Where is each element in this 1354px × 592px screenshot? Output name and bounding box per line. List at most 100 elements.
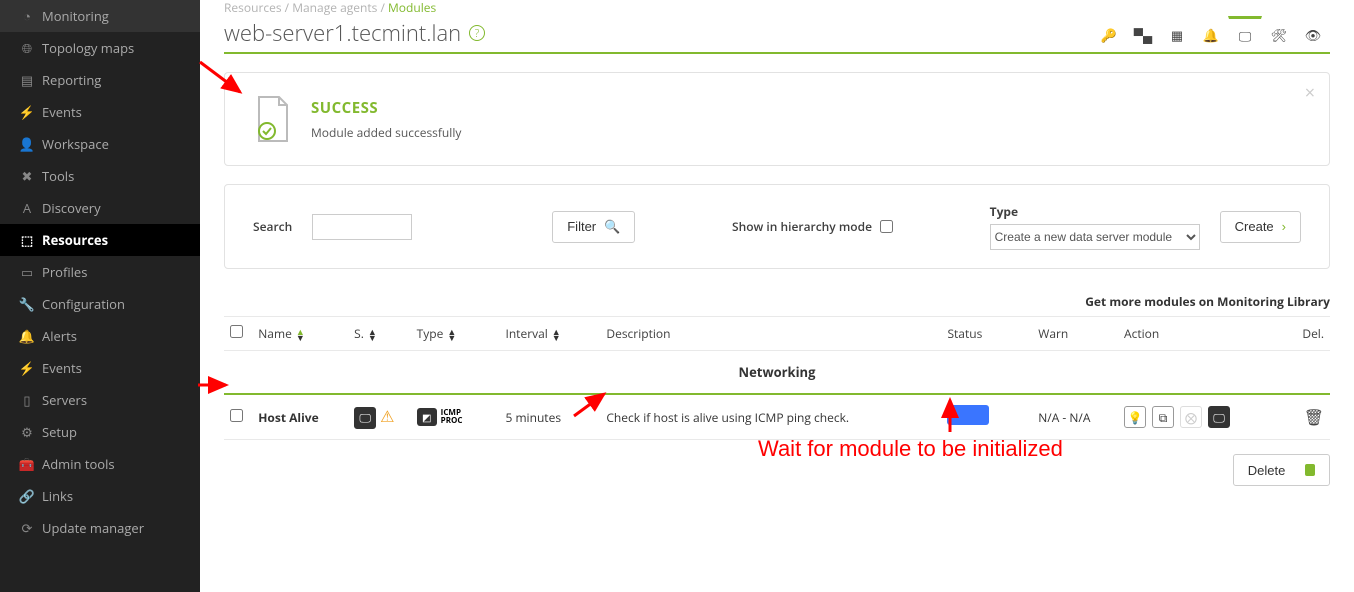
sidebar-item-label: Events bbox=[42, 359, 82, 377]
sidebar-item-profiles[interactable]: ▭Profiles bbox=[0, 256, 200, 288]
sidebar-item-resources[interactable]: ⬚Resources bbox=[0, 224, 200, 256]
search-input[interactable] bbox=[312, 214, 412, 240]
type-label: Type bbox=[990, 203, 1200, 220]
sidebar-item-setup[interactable]: ⚙Setup bbox=[0, 416, 200, 448]
discovery-icon: A bbox=[12, 199, 42, 217]
sidebar-item-configuration[interactable]: 🔧Configuration bbox=[0, 288, 200, 320]
tab-monitor-icon[interactable]: 🖵 bbox=[1228, 16, 1262, 52]
breadcrumb-item[interactable]: Resources bbox=[224, 0, 282, 16]
sidebar-item-label: Update manager bbox=[42, 519, 144, 537]
sidebar-item-discovery[interactable]: ADiscovery bbox=[0, 192, 200, 224]
col-action: Action bbox=[1118, 317, 1269, 351]
filter-bar: Search Filter🔍 Show in hierarchy mode Ty… bbox=[224, 184, 1330, 269]
sidebar-item-label: Reporting bbox=[42, 71, 101, 89]
sidebar: ◔Monitoring 🌐︎Topology maps ▤Reporting ⚡… bbox=[0, 0, 200, 592]
sort-icon[interactable]: ▲▼ bbox=[447, 329, 456, 341]
refresh-icon: ⟳ bbox=[12, 519, 42, 537]
col-name[interactable]: Name bbox=[258, 325, 292, 342]
search-icon: 🔍 bbox=[604, 219, 620, 235]
server-icon: ▯ bbox=[12, 391, 42, 409]
tab-view-icon[interactable]: 👁 bbox=[1296, 16, 1330, 52]
copy-icon[interactable]: ⧉ bbox=[1152, 406, 1174, 428]
sidebar-item-update-manager[interactable]: ⟳Update manager bbox=[0, 512, 200, 544]
tab-module-icon[interactable]: ▦ bbox=[1160, 16, 1194, 52]
breadcrumb-item-active[interactable]: Modules bbox=[388, 0, 436, 16]
close-icon[interactable]: × bbox=[1305, 81, 1315, 105]
sidebar-item-admin-tools[interactable]: 🧰Admin tools bbox=[0, 448, 200, 480]
success-card: × SUCCESS Module added successfully bbox=[224, 72, 1330, 166]
more-modules-link[interactable]: Get more modules on Monitoring Library bbox=[1085, 293, 1330, 310]
bolt-icon: ⚡ bbox=[12, 103, 42, 121]
tab-alert-icon[interactable]: 🔔 bbox=[1194, 16, 1228, 52]
group-row: Networking bbox=[224, 351, 1330, 395]
filter-button[interactable]: Filter 🔍 bbox=[552, 211, 635, 243]
row-interval: 5 minutes bbox=[499, 394, 600, 440]
sort-icon[interactable]: ▲▼ bbox=[552, 329, 561, 341]
sidebar-item-events-1[interactable]: ⚡Events bbox=[0, 96, 200, 128]
col-warn: Warn bbox=[1032, 317, 1118, 351]
tab-search-icon[interactable]: 🔑 bbox=[1092, 16, 1126, 52]
sidebar-item-label: Workspace bbox=[42, 135, 109, 153]
group-label: Networking bbox=[224, 351, 1330, 395]
tab-network-icon[interactable]: ▀▄ bbox=[1126, 16, 1160, 52]
topbar: Resources / Manage agents / Modules web-… bbox=[224, 0, 1330, 54]
sidebar-item-label: Servers bbox=[42, 391, 87, 409]
wrench-icon: 🔧 bbox=[12, 295, 42, 313]
sidebar-item-label: Discovery bbox=[42, 199, 101, 217]
sidebar-item-links[interactable]: 🔗Links bbox=[0, 480, 200, 512]
create-button[interactable]: Create› bbox=[1220, 211, 1301, 243]
tab-tools-icon[interactable]: 🛠 bbox=[1262, 16, 1296, 52]
page-title: web-server1.tecmint.lan ? bbox=[224, 18, 485, 48]
view-icon[interactable]: 🖵 bbox=[1208, 406, 1230, 428]
resources-icon: ⬚ bbox=[12, 231, 42, 249]
sidebar-item-label: Topology maps bbox=[42, 39, 134, 57]
sort-icon[interactable]: ▲▼ bbox=[368, 329, 377, 341]
success-title: SUCCESS bbox=[311, 98, 461, 118]
report-icon: ▤ bbox=[12, 71, 42, 89]
row-actions: 💡 ⧉ ⨂ 🖵 bbox=[1124, 406, 1263, 428]
help-icon[interactable]: ? bbox=[469, 25, 485, 41]
search-label: Search bbox=[253, 218, 292, 235]
modules-table: Name▲▼ S.▲▼ Type▲▼ Interval▲▼ Descriptio… bbox=[224, 316, 1330, 440]
tools-icon: ✖ bbox=[12, 167, 42, 185]
sort-icon[interactable]: ▲▼ bbox=[296, 329, 305, 341]
breadcrumb-item[interactable]: Manage agents bbox=[292, 0, 377, 16]
row-name[interactable]: Host Alive bbox=[252, 394, 348, 440]
row-warn: N/A - N/A bbox=[1032, 394, 1118, 440]
col-status: Status bbox=[941, 317, 1032, 351]
tip-icon[interactable]: 💡 bbox=[1124, 406, 1146, 428]
document-success-icon bbox=[253, 95, 293, 143]
filter-button-label: Filter bbox=[567, 219, 596, 234]
sidebar-item-events-2[interactable]: ⚡Events bbox=[0, 352, 200, 384]
sidebar-item-label: Configuration bbox=[42, 295, 125, 313]
delete-button[interactable]: Delete bbox=[1233, 454, 1330, 486]
sidebar-item-topology[interactable]: 🌐︎Topology maps bbox=[0, 32, 200, 64]
sidebar-item-label: Tools bbox=[42, 167, 74, 185]
warning-icon: ⚠ bbox=[380, 405, 394, 427]
globe-icon: 🌐︎ bbox=[12, 39, 42, 57]
sidebar-item-tools[interactable]: ✖Tools bbox=[0, 160, 200, 192]
col-s[interactable]: S. bbox=[354, 325, 364, 342]
hierarchy-checkbox[interactable] bbox=[880, 220, 893, 233]
col-interval[interactable]: Interval bbox=[505, 325, 547, 342]
success-message: Module added successfully bbox=[311, 124, 461, 141]
sidebar-item-label: Alerts bbox=[42, 327, 77, 345]
sidebar-item-workspace[interactable]: 👤Workspace bbox=[0, 128, 200, 160]
type-select[interactable]: Create a new data server module bbox=[990, 224, 1200, 250]
delete-row-icon[interactable]: 🗑 bbox=[1304, 406, 1324, 428]
sidebar-item-label: Admin tools bbox=[42, 455, 115, 473]
user-icon: 👤 bbox=[12, 135, 42, 153]
sidebar-item-alerts[interactable]: 🔔Alerts bbox=[0, 320, 200, 352]
col-type[interactable]: Type bbox=[417, 325, 444, 342]
row-checkbox[interactable] bbox=[230, 409, 243, 422]
create-button-label: Create bbox=[1235, 219, 1274, 234]
sidebar-item-servers[interactable]: ▯Servers bbox=[0, 384, 200, 416]
sidebar-item-label: Events bbox=[42, 103, 82, 121]
sidebar-item-monitoring[interactable]: ◔Monitoring bbox=[0, 0, 200, 32]
toolbox-icon: 🧰 bbox=[12, 455, 42, 473]
col-del: Del. bbox=[1269, 317, 1330, 351]
sidebar-item-reporting[interactable]: ▤Reporting bbox=[0, 64, 200, 96]
select-all-checkbox[interactable] bbox=[230, 325, 243, 338]
icmp-type-icon: ◩ICMPPROC bbox=[417, 408, 463, 426]
gear-icon: ⚙ bbox=[12, 423, 42, 441]
